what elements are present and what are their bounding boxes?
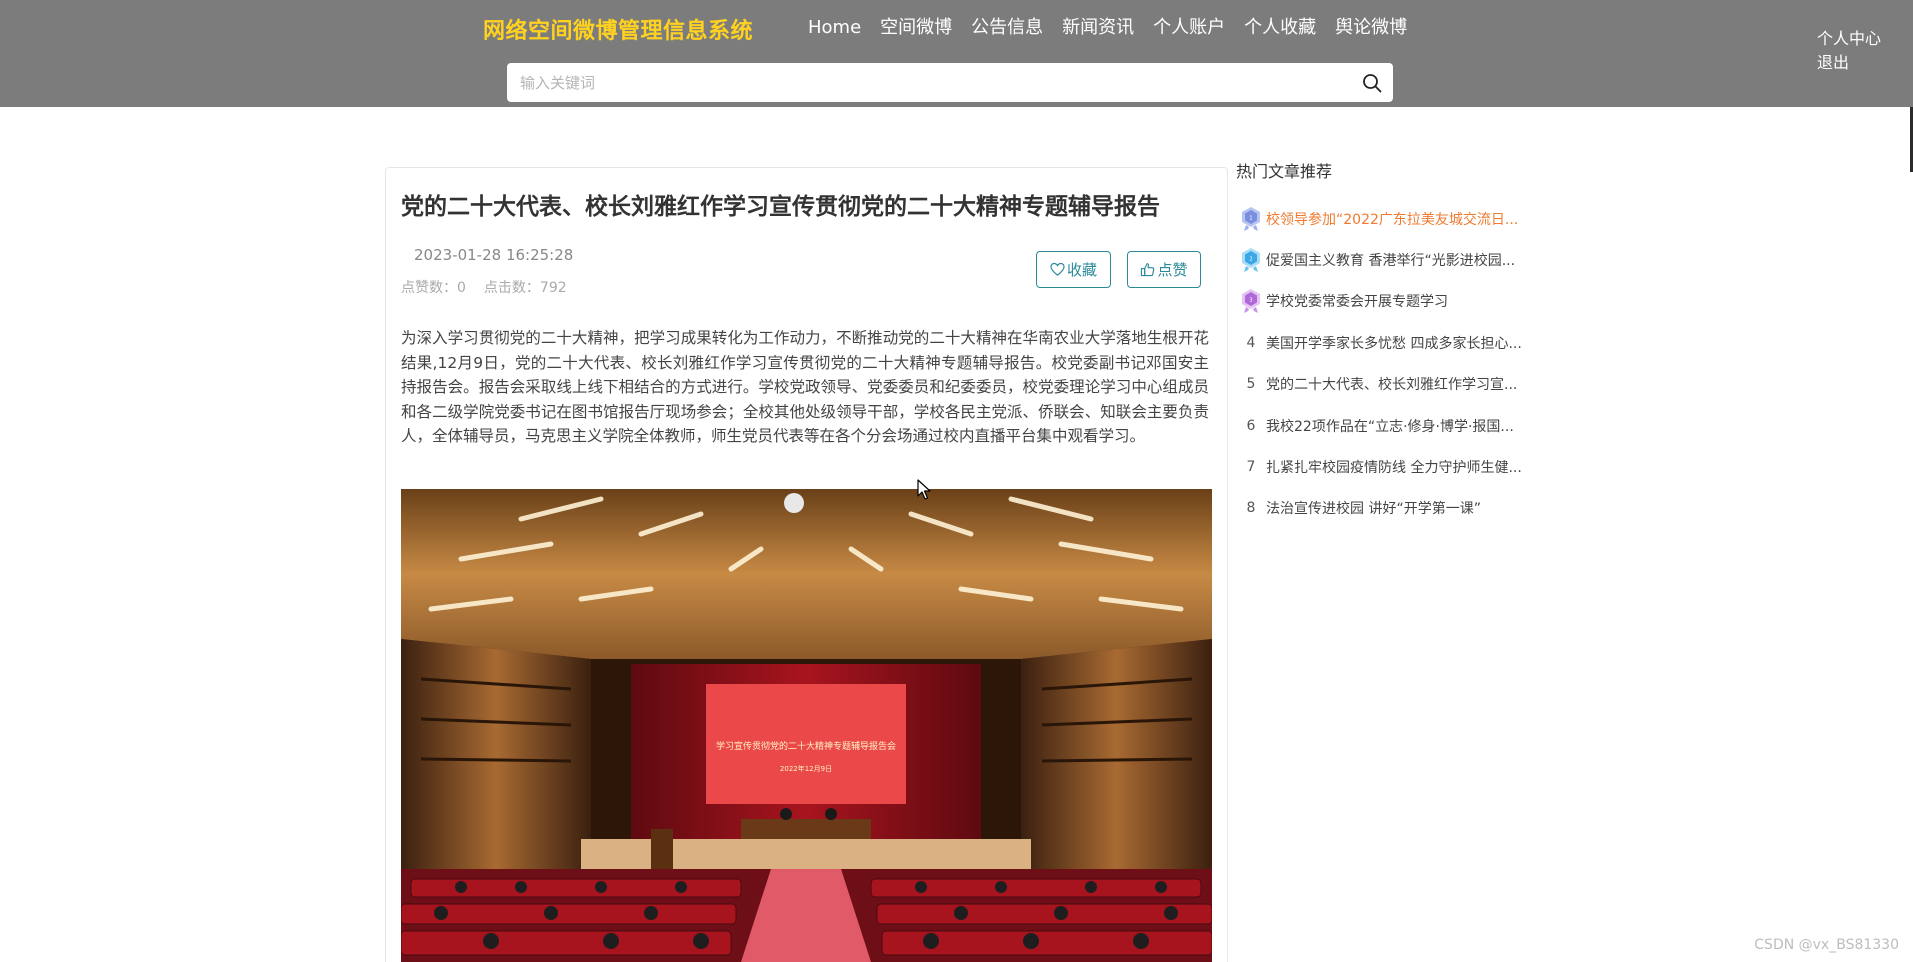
favorite-button[interactable]: 收藏 (1036, 251, 1111, 288)
search-input[interactable] (507, 63, 1357, 102)
banner-title: 学习宣传贯彻党的二十大精神专题辅导报告会 (716, 740, 896, 752)
rank-number: 8 (1246, 500, 1256, 517)
svg-text:1: 1 (1249, 215, 1252, 221)
like-label: 点赞 (1157, 261, 1188, 279)
auditorium-photo: 学习宣传贯彻党的二十大精神专题辅导报告会 2022年12月9日 (401, 489, 1212, 962)
hot-article-title: 促爱国主义教育 香港举行“光影进校园... (1266, 253, 1516, 270)
nav-space-weibo[interactable]: 空间微博 (880, 14, 952, 41)
logout-link[interactable]: 退出 (1817, 52, 1881, 74)
heart-icon (1050, 262, 1065, 276)
hot-article-item[interactable]: 4 美国开学季家长多忧愁 四成多家长担心... (1236, 322, 1526, 363)
hot-article-title: 法治宣传进校园 讲好“开学第一课” (1266, 501, 1481, 518)
nav-home[interactable]: Home (808, 14, 861, 41)
rank-number: 7 (1246, 459, 1256, 476)
user-links: 个人中心 退出 (1817, 28, 1881, 74)
search-bar (507, 63, 1393, 102)
hot-article-item[interactable]: 8 法治宣传进校园 讲好“开学第一课” (1236, 488, 1526, 529)
article-stats: 点赞数：0 点击数：792 (401, 277, 567, 297)
svg-text:2: 2 (1249, 257, 1252, 263)
hot-article-item[interactable]: 1 校领导参加“2022广东拉美友城交流日... (1236, 198, 1526, 239)
svg-text:3: 3 (1249, 298, 1252, 304)
bronze-medal-icon: 3 (1242, 289, 1260, 314)
hot-article-item[interactable]: 3 学校党委常委会开展专题学习 (1236, 281, 1526, 322)
hot-articles-heading: 热门文章推荐 (1236, 162, 1333, 181)
search-icon[interactable] (1361, 72, 1383, 94)
hot-article-item[interactable]: 2 促爱国主义教育 香港举行“光影进校园... (1236, 239, 1526, 280)
article-title: 党的二十大代表、校长刘雅红作学习宣传贯彻党的二十大精神专题辅导报告 (401, 194, 1160, 220)
hot-article-title: 党的二十大代表、校长刘雅红作学习宣... (1266, 377, 1518, 394)
mouse-cursor-icon (917, 479, 931, 500)
rank-number: 5 (1246, 376, 1256, 393)
hot-article-title: 美国开学季家长多忧愁 四成多家长担心... (1266, 335, 1522, 352)
thumbs-up-icon (1141, 263, 1155, 277)
nav-account[interactable]: 个人账户 (1153, 14, 1225, 41)
banner-date: 2022年12月9日 (780, 764, 832, 773)
watermark: CSDN @vx_BS81330 (1754, 937, 1899, 953)
favorite-label: 收藏 (1066, 261, 1097, 279)
article-date: 2023-01-28 16:25:28 (414, 246, 574, 264)
hot-article-item[interactable]: 7 扎紧扎牢校园疫情防线 全力守护师生健... (1236, 446, 1526, 487)
silver-medal-icon: 2 (1242, 248, 1260, 273)
article-photo: 学习宣传贯彻党的二十大精神专题辅导报告会 2022年12月9日 (401, 489, 1212, 962)
hot-article-title: 学校党委常委会开展专题学习 (1266, 294, 1448, 311)
site-brand[interactable]: 网络空间微博管理信息系统 (483, 13, 753, 45)
hot-article-title: 我校22项作品在“立志·修身·博学·报国... (1266, 418, 1514, 435)
hot-article-item[interactable]: 5 党的二十大代表、校长刘雅红作学习宣... (1236, 364, 1526, 405)
gold-medal-icon: 1 (1242, 206, 1260, 231)
personal-center-link[interactable]: 个人中心 (1817, 28, 1881, 50)
hot-articles-list: 1 校领导参加“2022广东拉美友城交流日... 2 促爱国主义教育 香港举行“… (1236, 198, 1526, 529)
like-count: 点赞数：0 (401, 280, 466, 296)
article-body: 为深入学习贯彻党的二十大精神，把学习成果转化为工作动力，不断推动党的二十大精神在… (401, 329, 1209, 445)
hot-article-title: 校领导参加“2022广东拉美友城交流日... (1266, 211, 1519, 228)
rank-number: 6 (1246, 417, 1256, 434)
nav-news[interactable]: 新闻资讯 (1062, 14, 1134, 41)
hot-article-title: 扎紧扎牢校园疫情防线 全力守护师生健... (1266, 460, 1522, 477)
like-button[interactable]: 点赞 (1127, 251, 1201, 288)
main-nav: Home 空间微博 公告信息 新闻资讯 个人账户 个人收藏 舆论微博 (808, 14, 1407, 41)
hot-article-item[interactable]: 6 我校22项作品在“立志·修身·博学·报国... (1236, 405, 1526, 446)
click-count: 点击数：792 (483, 280, 567, 296)
nav-announcements[interactable]: 公告信息 (971, 14, 1043, 41)
rank-number: 4 (1246, 334, 1256, 351)
nav-favorites[interactable]: 个人收藏 (1244, 14, 1316, 41)
nav-opinion-weibo[interactable]: 舆论微博 (1335, 14, 1407, 41)
